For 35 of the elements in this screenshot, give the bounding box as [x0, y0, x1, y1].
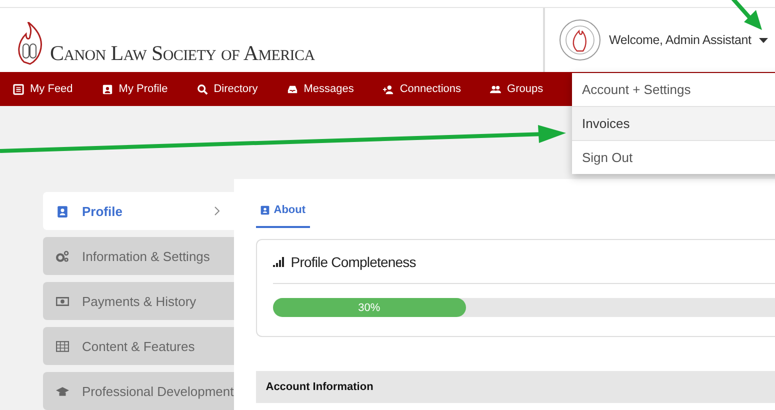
document-icon — [13, 84, 24, 94]
users-icon — [490, 84, 502, 94]
add-user-icon — [382, 84, 394, 94]
nav-link[interactable]: My Profile — [102, 83, 168, 95]
seal-icon — [559, 19, 601, 61]
nav-link[interactable]: My Feed — [13, 83, 73, 95]
inbox-icon — [286, 84, 298, 94]
gears-icon — [56, 250, 69, 262]
id-badge-icon — [56, 204, 69, 218]
caret-icon[interactable] — [759, 38, 768, 42]
user-menu-toggle[interactable]: Welcome, Admin Assistant — [609, 33, 752, 47]
menu-item[interactable]: Sign Out — [572, 141, 775, 174]
organization-name: Canon Law Society of America — [50, 41, 315, 66]
graduation-cap-icon — [56, 384, 69, 398]
sidebar-item[interactable]: Professional Development — [43, 372, 234, 410]
sidebar-item[interactable]: Payments & History — [43, 282, 234, 320]
nav-link[interactable]: Directory — [196, 83, 258, 95]
progress-reading: 30% — [358, 302, 380, 314]
sidebar-item[interactable]: Content & Features — [43, 327, 234, 365]
id-badge-icon — [260, 205, 270, 215]
nav-link[interactable]: Messages — [286, 83, 354, 95]
table-icon — [56, 340, 69, 352]
signal-bars-icon — [272, 257, 285, 267]
banknote-icon — [56, 294, 69, 308]
card-title: Profile Completeness — [290, 254, 416, 270]
section-title: Account Information — [266, 381, 374, 393]
search-icon — [196, 84, 208, 94]
menu-item[interactable]: Invoices — [572, 107, 775, 141]
nav-link[interactable]: Groups — [490, 83, 544, 95]
sidebar-item[interactable]: Profile — [43, 192, 234, 230]
chevron-right-icon — [214, 206, 220, 216]
tab[interactable]: About — [256, 198, 310, 228]
sidebar-item[interactable]: Information & Settings — [43, 237, 234, 275]
nav-link[interactable]: Connections — [382, 83, 462, 95]
id-badge-icon — [102, 84, 113, 94]
